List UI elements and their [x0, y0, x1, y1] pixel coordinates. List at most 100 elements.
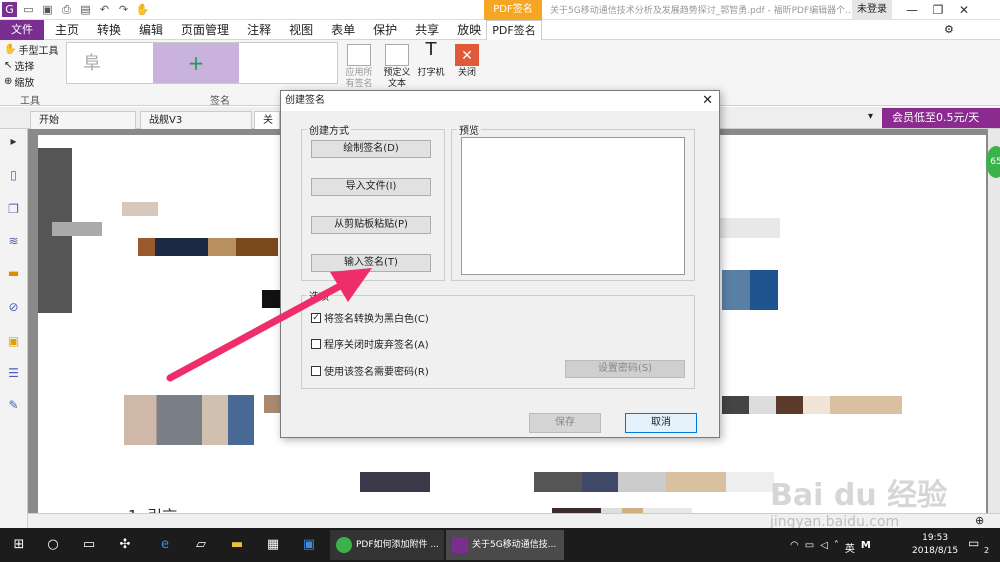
signature-thumbnail[interactable]: 阜	[83, 49, 101, 75]
close-window-icon[interactable]: ✕	[952, 0, 976, 20]
edge-icon[interactable]: e	[156, 536, 174, 554]
menu-slideshow[interactable]: 放映	[448, 20, 490, 40]
print-icon[interactable]: ⎙	[59, 2, 74, 17]
vertical-scrollbar[interactable]	[988, 129, 1000, 513]
title-bar: G ▭ ▣ ⎙ ▤ ↶ ↷ ✋ PDF签名 关于5G移动通信技术分析及发展趋势探…	[0, 0, 1000, 20]
signature-apply-icon	[347, 44, 371, 66]
apply-all-signatures-button[interactable]: 应用所有签名	[342, 44, 376, 90]
page-figure-block	[52, 222, 102, 236]
minimize-icon[interactable]: —	[900, 0, 924, 20]
predefined-text-label: 预定义文本	[383, 68, 411, 89]
page-figure-block	[124, 395, 254, 445]
menu-convert[interactable]: 转换	[88, 20, 130, 40]
page-figure-block	[722, 396, 902, 414]
zoom-icon: ⊕	[4, 76, 13, 87]
tab-pdf-sign[interactable]: PDF签名	[486, 20, 542, 41]
system-tray: ◠ ▭ ◁ ˄ 英 M	[790, 540, 871, 555]
tabs-dropdown-icon[interactable]: ▾	[868, 111, 873, 122]
predefined-text-button[interactable]: 预定义文本	[380, 44, 414, 90]
ime-mode-icon[interactable]: M	[861, 540, 871, 555]
gear-icon[interactable]: ⚙	[944, 23, 954, 36]
tab-current-doc[interactable]: 关于5	[254, 111, 280, 162]
remote-app-icon[interactable]: ▣	[300, 536, 318, 554]
expand-icon[interactable]: ▸	[5, 133, 22, 150]
menu-home[interactable]: 主页	[46, 20, 88, 40]
zoom-tool-label: 缩放	[14, 78, 35, 89]
task-view-icon[interactable]: ▭	[80, 536, 98, 554]
annotation-arrow	[166, 268, 372, 382]
draw-signature-button[interactable]: 绘制签名(D)	[311, 140, 431, 158]
close-x-icon: ✕	[455, 44, 479, 66]
baidu-watermark-logo: Bai du 经验	[770, 478, 948, 513]
page-figure-block	[534, 472, 774, 492]
menu-page-manage[interactable]: 页面管理	[172, 20, 238, 40]
chevron-up-icon[interactable]: ˄	[834, 540, 839, 555]
clock[interactable]: 19:53 2018/8/15	[912, 532, 958, 558]
menu-protect[interactable]: 保护	[364, 20, 406, 40]
dialog-close-icon[interactable]: ✕	[702, 91, 713, 111]
cortana-icon[interactable]: ○	[44, 536, 62, 554]
hand-tool-button[interactable]: ✋ 手型工具	[4, 42, 58, 57]
file-menu[interactable]: 文件	[0, 20, 44, 40]
typewriter-button[interactable]: T 打字机	[414, 39, 448, 79]
ime-indicator[interactable]: 英	[845, 540, 855, 555]
hand-tool-icon[interactable]: ✋	[135, 2, 150, 17]
comment-icon[interactable]: ▬	[5, 265, 22, 282]
stack-icon[interactable]: ≋	[5, 233, 22, 250]
apply-all-label: 应用所有签名	[345, 68, 373, 89]
vip-banner[interactable]: 会员低至0.5元/天	[882, 108, 1000, 128]
dialog-title: 创建签名	[281, 91, 719, 111]
notification-icon[interactable]: ▭	[968, 536, 979, 550]
context-tab-label: PDF签名	[484, 0, 542, 20]
undo-icon[interactable]: ↶	[97, 2, 112, 17]
redo-icon[interactable]: ↷	[116, 2, 131, 17]
typewriter-label: 打字机	[417, 68, 445, 78]
wifi-icon[interactable]: ◠	[790, 540, 799, 555]
menu-comment[interactable]: 注释	[238, 20, 280, 40]
open-icon[interactable]: ▭	[21, 2, 36, 17]
pre-text-icon	[385, 44, 409, 66]
add-signature-button[interactable]: +	[153, 43, 239, 83]
list-icon[interactable]: ☰	[5, 365, 22, 382]
set-password-button[interactable]: 设置密码(S)	[565, 360, 685, 378]
menu-view[interactable]: 视图	[280, 20, 322, 40]
login-button[interactable]: 未登录	[852, 0, 892, 20]
attachment-icon[interactable]: ⊘	[5, 299, 22, 316]
paste-clipboard-button[interactable]: 从剪贴板粘贴(P)	[311, 216, 431, 234]
notification-count: 2	[984, 546, 990, 555]
pdf-icon[interactable]: ▤	[78, 2, 93, 17]
quick-access-toolbar: G ▭ ▣ ⎙ ▤ ↶ ↷ ✋	[2, 2, 150, 17]
menu-edit[interactable]: 编辑	[130, 20, 172, 40]
app-logo-icon: G	[2, 2, 17, 17]
tab-start[interactable]: 开始	[30, 111, 136, 129]
menu-share[interactable]: 共享	[406, 20, 448, 40]
lock-icon[interactable]: ▣	[5, 333, 22, 350]
typewriter-icon: T	[425, 39, 437, 60]
pages-icon[interactable]: ▯	[5, 167, 22, 184]
laptop-icon[interactable]: ▱	[192, 536, 210, 554]
tools-group-label: 工具	[20, 96, 40, 107]
select-tool-button[interactable]: ↖ 选择	[4, 58, 34, 73]
fan-app-icon[interactable]: ✣	[116, 536, 134, 554]
import-file-button[interactable]: 导入文件(I)	[311, 178, 431, 196]
browser-app-icon	[336, 537, 352, 553]
save-icon[interactable]: ▣	[40, 2, 55, 17]
clock-date: 2018/8/15	[912, 546, 959, 556]
battery-icon[interactable]: ▭	[805, 540, 814, 555]
menu-form[interactable]: 表单	[322, 20, 364, 40]
windows-start-icon[interactable]: ⊞	[10, 536, 28, 554]
zoom-tool-button[interactable]: ⊕ 缩放	[4, 74, 34, 89]
tab-stm32-doc[interactable]: 战舰V3 STM32F103开...	[140, 111, 252, 144]
restore-icon[interactable]: ❐	[926, 0, 950, 20]
zoom-in-icon[interactable]: ⊕	[975, 514, 984, 527]
signature-pen-icon[interactable]: ✎	[5, 397, 22, 414]
store-icon[interactable]: ▦	[264, 536, 282, 554]
cancel-button[interactable]: 取消	[625, 413, 697, 433]
volume-icon[interactable]: ◁	[820, 540, 828, 555]
close-sign-mode-button[interactable]: ✕ 关闭	[450, 44, 484, 79]
layers-copy-icon[interactable]: ❐	[5, 201, 22, 218]
floating-badge-icon[interactable]: 65	[986, 146, 1000, 178]
folder-icon[interactable]: ▬	[228, 536, 246, 554]
window-title: 关于5G移动通信技术分析及发展趋势探讨_郭智勇.pdf - 福昕PDF编辑器个.…	[550, 6, 850, 16]
save-button[interactable]: 保存	[529, 413, 601, 433]
